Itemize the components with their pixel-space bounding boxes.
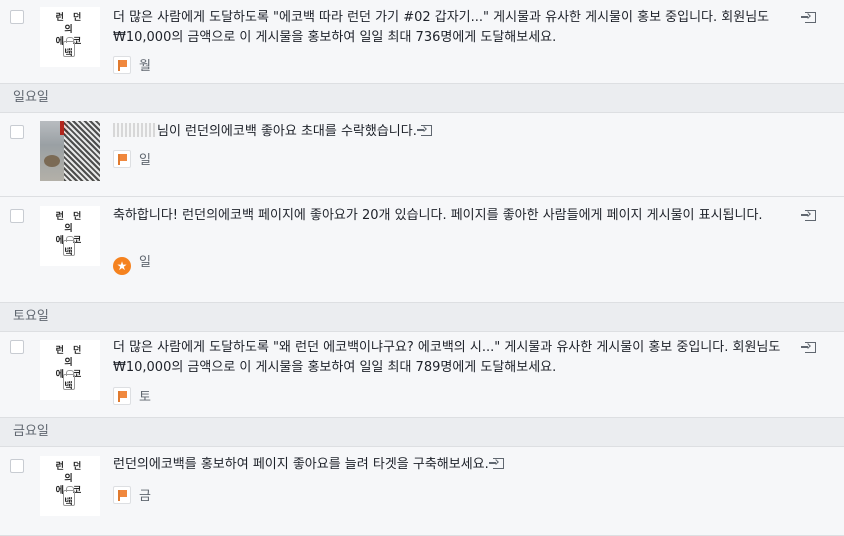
bag-icon	[63, 37, 75, 57]
notification-text[interactable]: 런던의에코백를 홍보하여 페이지 좋아요를 늘려 타겟을 구축해보세요.	[113, 455, 798, 475]
select-checkbox[interactable]	[10, 125, 24, 139]
select-checkbox[interactable]	[10, 340, 24, 354]
bag-icon	[63, 486, 75, 506]
page-thumbnail[interactable]: 런 던 의에 코 백	[40, 340, 100, 400]
redacted-name	[113, 123, 157, 137]
day-header-sunday: 일요일	[0, 84, 844, 113]
notification-meta: 토	[113, 387, 151, 405]
bag-icon	[63, 370, 75, 390]
share-icon[interactable]	[801, 342, 816, 353]
page-thumbnail[interactable]: 런 던 의에 코 백	[40, 7, 100, 67]
share-icon[interactable]	[801, 12, 816, 23]
notification-time: 일	[139, 255, 151, 270]
select-checkbox[interactable]	[10, 10, 24, 24]
user-avatar[interactable]	[40, 121, 100, 181]
select-checkbox[interactable]	[10, 459, 24, 473]
notification-row[interactable]: 님이 런던의에코백 좋아요 초대를 수락했습니다. 일	[0, 113, 844, 197]
share-icon[interactable]	[801, 210, 816, 221]
notification-time: 금	[139, 489, 151, 504]
flag-icon	[113, 56, 131, 74]
select-checkbox[interactable]	[10, 209, 24, 223]
notification-text[interactable]: 님이 런던의에코백 좋아요 초대를 수락했습니다.	[113, 122, 798, 142]
notification-text[interactable]: 축하합니다! 런던의에코백 페이지에 좋아요가 20개 있습니다. 페이지를 좋…	[113, 206, 798, 226]
day-header-saturday: 토요일	[0, 303, 844, 332]
share-icon[interactable]	[488, 458, 504, 469]
flag-icon	[113, 150, 131, 168]
flag-icon	[113, 387, 131, 405]
notification-time: 월	[139, 59, 151, 74]
notifications-list: 런 던 의에 코 백 더 많은 사람에게 도달하도록 "에코백 따라 런던 가기…	[0, 0, 844, 536]
notification-row[interactable]: 런 던 의에 코 백 축하합니다! 런던의에코백 페이지에 좋아요가 20개 있…	[0, 197, 844, 303]
notification-time: 토	[139, 390, 151, 405]
bag-icon	[63, 236, 75, 256]
notification-row[interactable]: 런 던 의에 코 백 더 많은 사람에게 도달하도록 "에코백 따라 런던 가기…	[0, 0, 844, 84]
page-thumbnail[interactable]: 런 던 의에 코 백	[40, 456, 100, 516]
page-thumbnail[interactable]: 런 던 의에 코 백	[40, 206, 100, 266]
star-icon: ★	[113, 257, 131, 275]
share-icon[interactable]	[416, 125, 432, 136]
day-header-friday: 금요일	[0, 418, 844, 447]
notification-meta: 월	[113, 56, 151, 74]
notification-text[interactable]: 더 많은 사람에게 도달하도록 "에코백 따라 런던 가기 #02 갑자기...…	[113, 8, 798, 48]
notification-text[interactable]: 더 많은 사람에게 도달하도록 "왜 런던 에코백이냐구요? 에코백의 시...…	[113, 338, 798, 378]
flag-icon	[113, 486, 131, 504]
notification-time: 일	[139, 153, 151, 168]
notification-meta: 금	[113, 486, 151, 504]
notification-meta: 일	[113, 150, 151, 168]
notification-row[interactable]: 런 던 의에 코 백 런던의에코백를 홍보하여 페이지 좋아요를 늘려 타겟을 …	[0, 447, 844, 536]
notification-row[interactable]: 런 던 의에 코 백 더 많은 사람에게 도달하도록 "왜 런던 에코백이냐구요…	[0, 332, 844, 418]
notification-meta: ★ 일	[113, 254, 151, 275]
